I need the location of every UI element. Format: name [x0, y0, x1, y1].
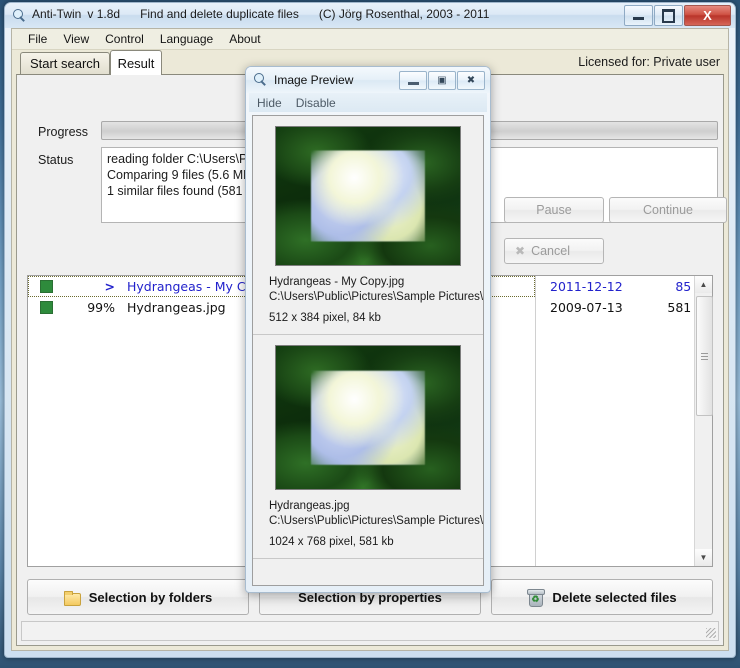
pause-button[interactable]: Pause	[504, 197, 604, 223]
menu-item-language[interactable]: Language	[152, 30, 221, 48]
tab-start-search[interactable]: Start search	[20, 52, 110, 74]
flower-bloom	[310, 150, 426, 242]
preview-body: Hydrangeas - My Copy.jpg C:\Users\Public…	[252, 115, 484, 586]
delete-selected-files-label: Delete selected files	[552, 589, 677, 605]
app-magnifier-icon	[13, 8, 26, 22]
tab-result[interactable]: Result	[110, 50, 162, 75]
preview-meta-1: Hydrangeas - My Copy.jpg C:\Users\Public…	[253, 266, 483, 326]
delete-selected-files-button[interactable]: ♻ Delete selected files	[491, 579, 713, 615]
scrollbar-thumb[interactable]	[696, 296, 713, 416]
row-filename: Hydrangeas.jpg	[127, 300, 226, 315]
maximize-button[interactable]	[654, 5, 683, 26]
preview-card: Hydrangeas - My Copy.jpg C:\Users\Public…	[253, 116, 483, 335]
preview-filename: Hydrangeas.jpg	[269, 500, 350, 512]
preview-meta-2: Hydrangeas.jpg C:\Users\Public\Pictures\…	[253, 490, 483, 550]
preview-path: C:\Users\Public\Pictures\Sample Pictures…	[269, 291, 484, 303]
selection-by-folders-button[interactable]: Selection by folders	[27, 579, 249, 615]
cancel-button[interactable]: ✖ Cancel	[504, 238, 604, 264]
table-row-details[interactable]: 2009-07-13 581 KB	[536, 297, 712, 318]
progress-label: Progress	[38, 125, 89, 139]
preview-dimensions: 512 x 384 pixel, 84 kb	[269, 312, 381, 324]
hydrangeas-thumbnail-2[interactable]	[275, 345, 461, 490]
app-tagline: Find and delete duplicate files	[140, 7, 299, 21]
preview-card: Hydrangeas.jpg C:\Users\Public\Pictures\…	[253, 335, 483, 559]
preview-menu-hide[interactable]: Hide	[257, 96, 282, 110]
preview-filename: Hydrangeas - My Copy.jpg	[269, 276, 405, 288]
preview-menu-disable[interactable]: Disable	[296, 96, 336, 110]
flower-bloom	[310, 370, 426, 465]
selection-by-folders-label: Selection by folders	[88, 589, 213, 605]
list-vertical-scrollbar[interactable]: ▲ ▼	[694, 276, 713, 566]
preview-dimensions: 1024 x 768 pixel, 581 kb	[269, 536, 394, 548]
row-date: 2009-07-13	[550, 300, 623, 315]
minimize-icon	[407, 77, 419, 85]
maximize-icon	[655, 6, 682, 25]
preview-menu-bar: Hide Disable	[249, 93, 487, 112]
scroll-down-arrow-icon[interactable]: ▼	[695, 549, 712, 566]
restore-icon: ▣	[437, 75, 447, 86]
image-preview-dialog: Image Preview ▣ ✖ Hide Disable Hydrangea…	[245, 66, 491, 593]
minimize-icon	[625, 6, 652, 25]
row-checkbox[interactable]	[40, 280, 53, 293]
table-row-details[interactable]: 2011-12-12 85 KB	[536, 276, 712, 297]
window-controls: X	[624, 5, 731, 26]
row-percent: >	[104, 279, 115, 294]
title-bar-text-group: Anti-Twin v 1.8d Find and delete duplica…	[13, 7, 490, 22]
preview-minimize-button[interactable]	[399, 71, 427, 90]
folder-icon	[63, 590, 81, 606]
close-icon: ✖	[466, 75, 476, 86]
recycle-bin-icon: ♻	[527, 588, 546, 607]
cancel-x-icon: ✖	[515, 244, 526, 258]
preview-restore-button[interactable]: ▣	[428, 71, 456, 90]
scroll-up-arrow-icon[interactable]: ▲	[695, 276, 712, 293]
minimize-button[interactable]	[624, 5, 653, 26]
hydrangeas-thumbnail-1[interactable]	[275, 126, 461, 266]
menu-bar: File View Control Language About	[12, 29, 728, 50]
close-button[interactable]: X	[684, 5, 731, 26]
row-checkbox[interactable]	[40, 301, 53, 314]
row-date: 2011-12-12	[550, 279, 623, 294]
results-list-details-column: 2011-12-12 85 KB 2009-07-13 581 KB ▲	[536, 276, 713, 566]
magnifier-icon	[254, 73, 267, 86]
preview-title: Image Preview	[274, 73, 354, 87]
close-icon: X	[703, 8, 712, 23]
status-strip	[21, 621, 719, 641]
resize-grip-icon[interactable]	[706, 628, 716, 638]
preview-empty-area	[253, 559, 483, 585]
license-label: Licensed for: Private user	[578, 55, 720, 69]
menu-item-about[interactable]: About	[221, 30, 268, 48]
app-copyright: (C) Jörg Rosenthal, 2003 - 2011	[318, 7, 490, 21]
preview-window-controls: ▣ ✖	[399, 71, 485, 90]
title-bar[interactable]: Anti-Twin v 1.8d Find and delete duplica…	[5, 3, 735, 28]
app-name: Anti-Twin	[32, 7, 82, 21]
status-label: Status	[38, 153, 74, 167]
app-version: v 1.8d	[87, 7, 121, 21]
preview-title-bar[interactable]: Image Preview ▣ ✖	[246, 67, 490, 93]
menu-item-control[interactable]: Control	[97, 30, 152, 48]
preview-close-button[interactable]: ✖	[457, 71, 485, 90]
scrollbar-grip-icon	[701, 352, 708, 360]
continue-button[interactable]: Continue	[609, 197, 727, 223]
cancel-button-label: Cancel	[531, 244, 570, 258]
preview-path: C:\Users\Public\Pictures\Sample Pictures…	[269, 515, 484, 527]
row-percent: 99%	[87, 300, 115, 315]
menu-item-file[interactable]: File	[20, 30, 55, 48]
menu-item-view[interactable]: View	[55, 30, 97, 48]
